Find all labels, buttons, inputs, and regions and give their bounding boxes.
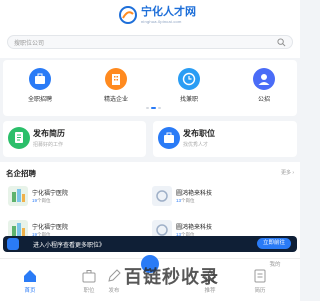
carousel-dot (158, 107, 161, 109)
quick-link-label: 找兼职 (179, 97, 198, 103)
quick-link-label: 精选企业 (103, 97, 128, 103)
post-job-icon (158, 127, 180, 149)
company-item[interactable]: 宁化福宁医院 19个岗位 (8, 184, 148, 210)
brand-domain: ninghua.0pincai.com (141, 19, 182, 24)
section-title: 名企招聘 (6, 169, 36, 178)
home-icon (24, 270, 36, 282)
resume-icon (8, 127, 30, 149)
carousel-dot-active (151, 107, 156, 109)
banner-text: 进入小程序查看更多职位》 (33, 243, 106, 249)
company-name: 圆鸿艳来科技 (176, 191, 213, 197)
carousel-indicator (146, 107, 161, 109)
header: 宁化人才网 ninghua.0pincai.com 搜职位公司 (0, 0, 300, 58)
company-item[interactable]: 圆鸿艳来科技 13个岗位 (152, 184, 292, 210)
tab-mine[interactable]: 我的 (250, 262, 300, 268)
logo-mark-icon (119, 6, 137, 24)
mini-program-avatar (7, 238, 19, 250)
job-count-unit: 个岗位 (181, 198, 195, 203)
company-logo (152, 186, 172, 206)
quick-link-companies[interactable]: 精选企业 (91, 68, 141, 103)
tab-label: 首页 (24, 288, 36, 294)
quick-links-panel: 全职招聘 精选企业 找兼职 公招 (3, 60, 297, 116)
watermark-text: 百链秒收录 (124, 267, 219, 287)
company-logo (8, 186, 28, 206)
company-name: 宁化福宁医院 (32, 225, 69, 231)
company-name: 宁化福宁医院 (32, 191, 69, 197)
job-count-unit: 个岗位 (37, 198, 51, 203)
quick-link-fulltime[interactable]: 全职招聘 (15, 68, 65, 103)
quick-link-label: 公招 (257, 97, 270, 103)
quick-link-public[interactable]: 公招 (239, 68, 289, 103)
more-link[interactable]: 更多 › (281, 169, 294, 176)
post-resume-card[interactable]: 发布简历 招募好的工作 (3, 121, 146, 157)
site-logo[interactable]: 宁化人才网 ninghua.0pincai.com (119, 6, 196, 24)
card-title: 发布职位 (183, 129, 215, 138)
job-count: 13个岗位 (176, 198, 195, 204)
post-job-card[interactable]: 发布职位 找优秀人才 (153, 121, 297, 157)
quick-link-label: 全职招聘 (27, 97, 52, 103)
card-subtitle: 招募好的工作 (33, 142, 64, 148)
quick-link-parttime[interactable]: 找兼职 (164, 68, 214, 103)
search-icon[interactable] (277, 38, 286, 47)
company-name: 圆鸿艳来科技 (176, 225, 213, 231)
clock-icon (178, 68, 200, 90)
building-icon (105, 68, 127, 90)
card-title: 发布简历 (33, 129, 65, 138)
tab-label: 简历 (254, 288, 266, 294)
briefcase-icon (29, 68, 51, 90)
tab-label: 我的 (269, 262, 281, 268)
carousel-dot (146, 107, 149, 109)
job-count: 19个岗位 (32, 198, 51, 204)
edit-icon (108, 269, 121, 282)
search-placeholder: 搜职位公司 (14, 41, 45, 47)
card-subtitle: 找优秀人才 (183, 142, 209, 148)
mini-program-banner[interactable]: 进入小程序查看更多职位》 立即前往 (3, 236, 297, 252)
brand-title: 宁化人才网 (141, 6, 196, 18)
resume-icon (254, 269, 266, 283)
search-input[interactable]: 搜职位公司 (7, 35, 293, 49)
person-icon (253, 68, 275, 90)
tab-home[interactable]: 首页 (5, 262, 55, 294)
go-now-button[interactable]: 立即前往 (256, 238, 291, 249)
